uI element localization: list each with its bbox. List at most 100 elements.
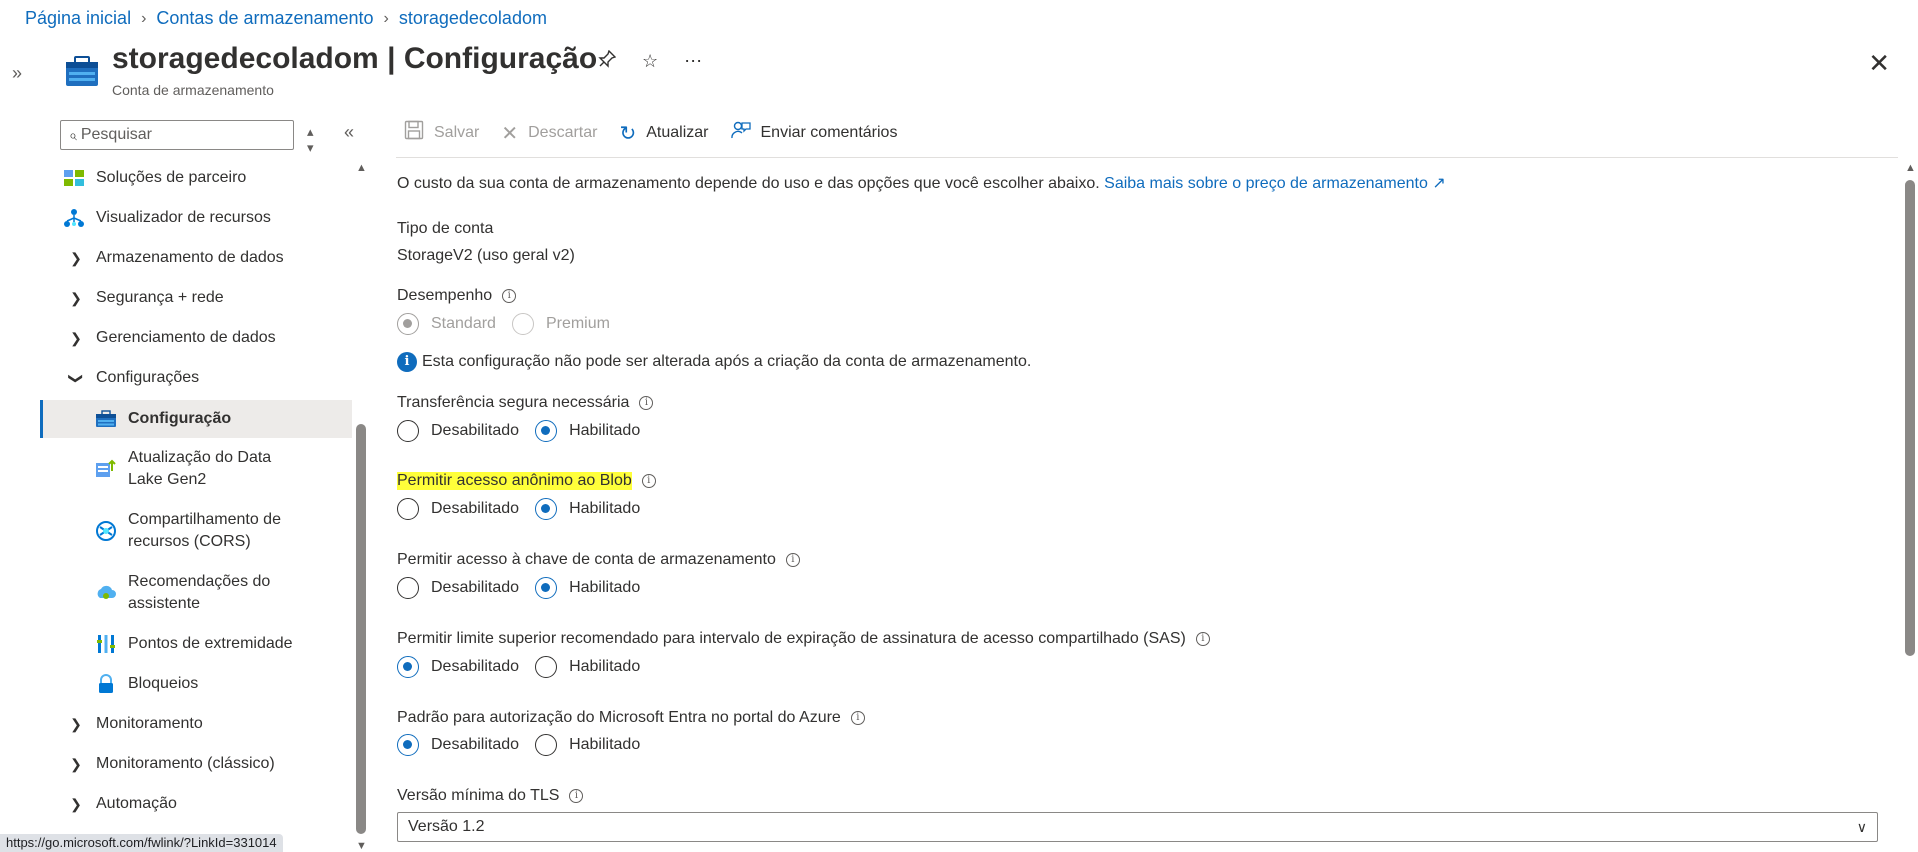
- radio-label: Desabilitado: [431, 579, 520, 596]
- sidebar-item-endpoints[interactable]: Pontos de extremidade: [40, 624, 352, 664]
- toolbar-divider: [396, 157, 1898, 158]
- radio-circle: [397, 420, 419, 442]
- radio-label: Desabilitado: [431, 658, 520, 675]
- discard-button[interactable]: ✕ Descartar: [501, 121, 597, 146]
- radio-circle: [535, 577, 558, 599]
- sidebar-item-locks[interactable]: Bloqueios: [40, 664, 352, 704]
- radio-circle: [397, 734, 419, 756]
- chevron-right-icon: ❯: [70, 715, 82, 732]
- info-icon[interactable]: i: [569, 789, 584, 803]
- save-button[interactable]: Salvar: [404, 120, 479, 146]
- sas-expiration-disabled-radio[interactable]: Desabilitado: [397, 656, 519, 678]
- scroll-up-arrow-icon[interactable]: ▲: [1905, 162, 1916, 174]
- sidebar-item-label: Atualização do Data Lake Gen2: [128, 449, 272, 488]
- sidebar-item-label: Visualizador de recursos: [96, 209, 271, 226]
- entra-authorization-disabled-radio[interactable]: Desabilitado: [397, 734, 519, 756]
- breadcrumb-storage-accounts[interactable]: Contas de armazenamento: [156, 8, 373, 29]
- radio-label: Premium: [545, 315, 610, 332]
- sidebar-item-monitoring-classic[interactable]: ❯ Monitoramento (clássico): [40, 744, 352, 784]
- sidebar-item-data-storage[interactable]: ❯ Armazenamento de dados: [40, 238, 352, 278]
- sidebar-item-monitoring[interactable]: ❯ Monitoramento: [40, 704, 352, 744]
- refresh-button[interactable]: ↻ Atualizar: [619, 121, 708, 146]
- sidebar-item-partner-solutions[interactable]: Soluções de parceiro: [40, 158, 352, 198]
- info-icon[interactable]: i: [639, 396, 654, 410]
- performance-standard-radio[interactable]: Standard: [397, 313, 496, 335]
- sidebar-item-resource-visualizer[interactable]: Visualizador de recursos: [40, 198, 352, 238]
- feedback-button[interactable]: Enviar comentários: [730, 120, 897, 146]
- info-icon[interactable]: i: [641, 474, 656, 488]
- sidebar-item-advisor-recommendations[interactable]: Recomendações do assistente: [40, 562, 290, 624]
- scroll-down-arrow-icon[interactable]: ▼: [356, 840, 367, 852]
- save-icon: [404, 120, 424, 146]
- blob-anonymous-access-disabled-radio[interactable]: Desabilitado: [397, 498, 519, 520]
- blob-anonymous-access-radio-group: Desabilitado Habilitado: [397, 498, 656, 520]
- main-scrollbar[interactable]: ▲: [1904, 162, 1916, 852]
- sidebar-item-label: Configuração: [128, 410, 232, 427]
- account-key-access-enabled-radio[interactable]: Habilitado: [535, 577, 640, 599]
- secure-transfer-disabled-radio[interactable]: Desabilitado: [397, 420, 519, 442]
- sidebar-item-automation[interactable]: ❯ Automação: [40, 784, 352, 824]
- collapse-sidebar-icon[interactable]: «: [344, 122, 354, 143]
- scroll-up-arrow-icon[interactable]: ▲: [356, 162, 367, 174]
- info-icon[interactable]: i: [502, 289, 517, 303]
- sidebar-item-data-management[interactable]: ❯ Gerenciamento de dados: [40, 318, 352, 358]
- sidebar-item-configuration[interactable]: Configuração: [40, 400, 352, 438]
- advisor-icon: [94, 582, 118, 604]
- sidebar-item-label: Configurações: [96, 369, 200, 386]
- main-scroll-thumb[interactable]: [1905, 180, 1915, 656]
- radio-circle: [397, 498, 419, 520]
- command-bar: Salvar ✕ Descartar ↻ Atualizar Enviar co…: [404, 120, 919, 146]
- radio-circle: [397, 656, 419, 678]
- entra-authorization-enabled-radio[interactable]: Habilitado: [535, 734, 640, 756]
- search-input[interactable]: [80, 126, 271, 144]
- sas-expiration-enabled-radio[interactable]: Habilitado: [535, 656, 640, 678]
- entra-authorization-label: Padrão para autorização do Microsoft Ent…: [397, 709, 865, 727]
- performance-premium-radio[interactable]: Premium: [511, 313, 610, 335]
- sidebar-item-label: Recomendações do assistente: [128, 573, 271, 612]
- secure-transfer-enabled-radio[interactable]: Habilitado: [535, 420, 640, 442]
- radio-label: Habilitado: [569, 579, 641, 596]
- breadcrumb-home[interactable]: Página inicial: [25, 8, 131, 29]
- info-icon[interactable]: i: [785, 553, 800, 567]
- blob-anonymous-access-label: Permitir acesso anônimo ao Blob i: [397, 472, 656, 490]
- sidebar-item-security-network[interactable]: ❯ Segurança + rede: [40, 278, 352, 318]
- cost-info-text: O custo da sua conta de armazenamento de…: [397, 175, 1100, 192]
- tls-version-dropdown[interactable]: Versão 1.2 ∨: [397, 812, 1878, 842]
- status-bar-url: https://go.microsoft.com/fwlink/?LinkId=…: [0, 834, 283, 852]
- info-icon[interactable]: i: [850, 711, 865, 725]
- save-label: Salvar: [434, 124, 480, 141]
- sidebar-item-data-lake-upgrade[interactable]: Atualização do Data Lake Gen2: [40, 438, 290, 500]
- chevron-right-icon: ›: [141, 9, 147, 27]
- sidebar-scroll-thumb[interactable]: [356, 424, 366, 834]
- account-kind-value: StorageV2 (uso geral v2): [397, 247, 575, 264]
- account-kind-label: Tipo de conta: [397, 220, 494, 237]
- secure-transfer-radio-group: Desabilitado Habilitado: [397, 420, 656, 442]
- sidebar-item-settings[interactable]: ❯ Configurações: [40, 358, 352, 398]
- breadcrumb-storage-account[interactable]: storagedecoladom: [399, 8, 547, 29]
- account-key-access-radio-group: Desabilitado Habilitado: [397, 577, 656, 599]
- chevron-right-icon: ❯: [70, 795, 82, 812]
- sidebar-scrollbar[interactable]: ▲ ▼: [355, 162, 367, 852]
- expand-menu-icon[interactable]: »: [12, 63, 22, 84]
- favorite-star-icon[interactable]: ☆: [642, 51, 658, 72]
- chevron-right-icon: ›: [383, 9, 389, 27]
- pricing-link[interactable]: Saiba mais sobre o preço de armazenament…: [1104, 175, 1446, 192]
- info-icon[interactable]: i: [1195, 632, 1210, 646]
- partner-solutions-icon: [62, 167, 86, 189]
- close-icon[interactable]: ✕: [1868, 48, 1890, 79]
- pin-icon[interactable]: [598, 49, 617, 73]
- sort-icon[interactable]: ▴ ▾: [307, 124, 314, 156]
- feedback-icon: [730, 120, 751, 146]
- account-key-access-label: Permitir acesso à chave de conta de arma…: [397, 551, 800, 569]
- radio-label: Desabilitado: [431, 500, 520, 517]
- sidebar-nav: Soluções de parceiro Visualizador de rec…: [40, 158, 352, 824]
- radio-circle: [397, 577, 419, 599]
- blob-anonymous-access-enabled-radio[interactable]: Habilitado: [535, 498, 640, 520]
- more-options-icon[interactable]: ⋯: [684, 51, 702, 72]
- sidebar-item-cors[interactable]: Compartilhamento de recursos (CORS): [40, 500, 300, 562]
- notice-text: Esta configuração não pode ser alterada …: [422, 353, 1032, 370]
- account-key-access-disabled-radio[interactable]: Desabilitado: [397, 577, 519, 599]
- data-lake-icon: [94, 458, 118, 480]
- radio-circle: [511, 313, 534, 335]
- radio-label: Desabilitado: [431, 422, 520, 439]
